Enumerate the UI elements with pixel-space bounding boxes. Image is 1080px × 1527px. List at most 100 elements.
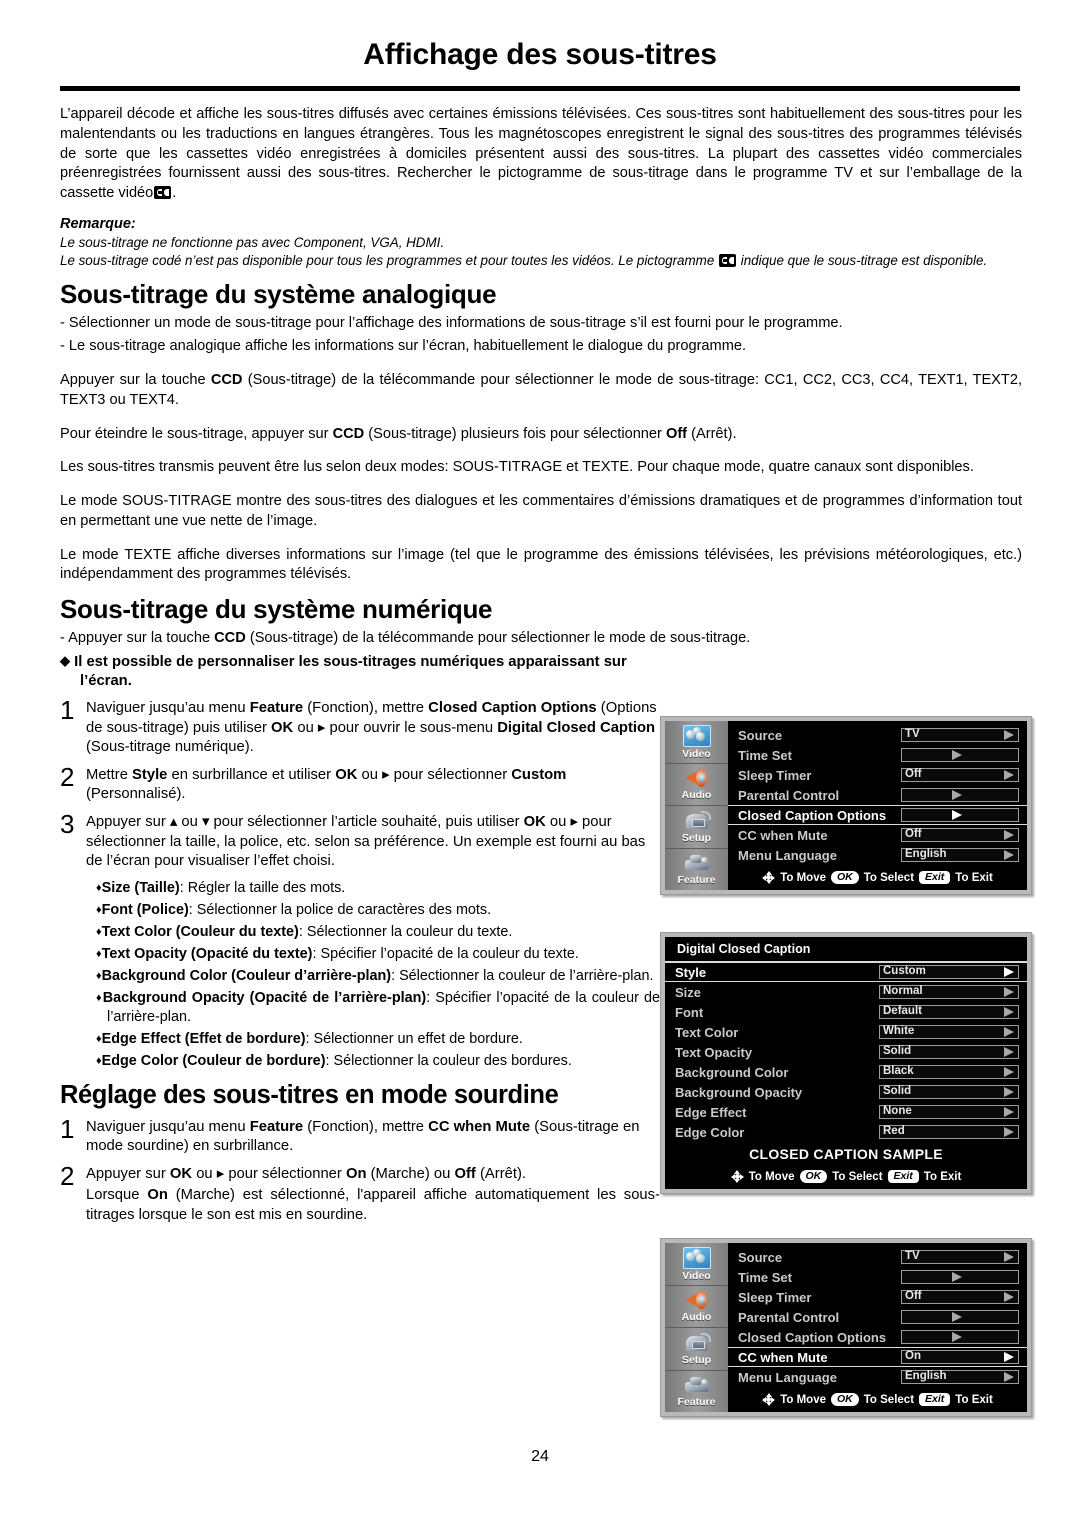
osd-menu-row[interactable]: Font Default <box>665 1002 1027 1022</box>
osd-row-value[interactable] <box>901 1330 1019 1344</box>
osd-tab-feature[interactable]: Feature <box>665 1371 728 1413</box>
digital-option-term: Font (Police) <box>101 901 189 918</box>
osd-hint-select: To Select <box>863 1393 915 1406</box>
osd-menu-row[interactable]: Text Color White <box>665 1022 1027 1042</box>
osd-row-value[interactable]: Off <box>901 768 1019 782</box>
osd-row-value[interactable]: Solid <box>879 1045 1019 1059</box>
osd-tab-video[interactable]: Video <box>665 1243 728 1286</box>
osd-tab-audio[interactable]: Audio <box>665 1286 728 1328</box>
osd-menu-row[interactable]: Text Opacity Solid <box>665 1042 1027 1062</box>
osd-row-label: Edge Color <box>675 1124 745 1140</box>
osd-row-value[interactable]: TV <box>901 1250 1019 1264</box>
analog-paragraph-5: Le mode TEXTE affiche diverses informati… <box>60 546 1022 583</box>
digital-option-term: Size (Taille) <box>101 879 180 896</box>
osd-row-value[interactable]: Off <box>901 828 1019 842</box>
osd-row-value[interactable] <box>901 808 1019 822</box>
digital-option-item: ♦Size (Taille): Régler la taille des mot… <box>96 879 660 898</box>
osd-tab-feature[interactable]: Feature <box>665 849 728 891</box>
osd-row-value[interactable] <box>901 1310 1019 1324</box>
chevron-right-icon <box>1004 1352 1014 1362</box>
osd-row-value[interactable]: Normal <box>879 985 1019 999</box>
mute-step-0-frag-2: (Fonction), mettre <box>303 1118 429 1135</box>
osd-tab-audio[interactable]: Audio <box>665 764 728 806</box>
osd-tab-label: Setup <box>681 1353 712 1366</box>
osd-hint-bar: To Move OK To Select Exit To Exit <box>728 1387 1027 1412</box>
osd-row-value-text: TV <box>905 728 920 741</box>
osd-menu-row[interactable]: Closed Caption Options <box>728 1327 1027 1347</box>
osd-menu-row[interactable]: Source TV <box>728 725 1027 745</box>
osd-row-value[interactable]: Default <box>879 1005 1019 1019</box>
osd-menu-row[interactable]: Sleep Timer Off <box>728 1287 1027 1307</box>
digital-step-0-frag-6: ou ▸ pour ouvrir le sous-menu <box>293 719 498 736</box>
osd-menu-row[interactable]: Parental Control <box>728 1307 1027 1327</box>
osd-hint-select: To Select <box>832 1170 883 1183</box>
osd-inner: Video Audio Setup Feature Source TV Time Set S… <box>665 721 1027 890</box>
chevron-right-icon <box>1004 1292 1014 1302</box>
osd-tab-setup[interactable]: Setup <box>665 806 728 849</box>
osd-row-value[interactable]: English <box>901 848 1019 862</box>
osd-menu-row[interactable]: Parental Control <box>728 785 1027 805</box>
osd-menu-row[interactable]: Time Set <box>728 745 1027 765</box>
osd-row-value[interactable]: White <box>879 1025 1019 1039</box>
osd-menu-row[interactable]: Closed Caption Options <box>728 805 1027 825</box>
osd-menu-row[interactable]: CC when Mute Off <box>728 825 1027 845</box>
osd-row-value[interactable] <box>901 748 1019 762</box>
osd-menu-row[interactable]: Source TV <box>728 1247 1027 1267</box>
osd-menu-row[interactable]: Time Set <box>728 1267 1027 1287</box>
osd-row-value[interactable]: English <box>901 1370 1019 1384</box>
osd-row-value[interactable]: None <box>879 1105 1019 1119</box>
osd-hint-exit: To Exit <box>955 1393 993 1406</box>
chevron-right-icon <box>1004 1047 1014 1057</box>
mute-step-1-frag-3: On <box>345 1165 367 1182</box>
osd-title: Digital Closed Caption <box>665 937 1027 962</box>
osd-row-value[interactable]: Black <box>879 1065 1019 1079</box>
osd-menu-row[interactable]: Size Normal <box>665 982 1027 1002</box>
osd-menu-row[interactable]: Background Opacity Solid <box>665 1082 1027 1102</box>
osd-tab-video[interactable]: Video <box>665 721 728 764</box>
digital-left-column: ◆ Il est possible de personnaliser les s… <box>60 653 660 1071</box>
digital-step-number: 3 <box>60 808 75 839</box>
osd-row-value[interactable]: Off <box>901 1290 1019 1304</box>
osd-menu-row[interactable]: Background Color Black <box>665 1062 1027 1082</box>
osd-menu-row[interactable]: Sleep Timer Off <box>728 765 1027 785</box>
osd-menu-row[interactable]: Menu Language English <box>728 1367 1027 1387</box>
osd-row-value-text: Off <box>905 768 922 781</box>
digital-option-term: Text Color (Couleur du texte) <box>101 923 299 940</box>
osd-menu-row[interactable]: Menu Language English <box>728 845 1027 865</box>
osd-tab-label: Feature <box>677 1396 716 1409</box>
osd-row-label: CC when Mute <box>738 827 828 843</box>
osd-menu-row[interactable]: CC when Mute On <box>728 1347 1027 1367</box>
osd-menu-row[interactable]: Style Custom <box>665 962 1027 982</box>
digital-step-0-frag-8: (Sous-titrage numérique). <box>86 739 254 756</box>
chevron-right-icon <box>952 750 962 760</box>
osd-menu-row[interactable]: Edge Color Red <box>665 1122 1027 1142</box>
digital-option-desc: : Sélectionner la couleur du texte. <box>298 923 513 940</box>
osd-row-value[interactable]: Custom <box>879 965 1019 979</box>
osd-row-value-text: Default <box>883 1005 922 1018</box>
digital-option-term: Background Opacity (Opacité de l’arrière… <box>102 989 427 1006</box>
osd-rows: Source TV Time Set Sleep Timer Off Parental C… <box>728 725 1027 865</box>
osd-row-value[interactable] <box>901 788 1019 802</box>
osd-menu-row[interactable]: Edge Effect None <box>665 1102 1027 1122</box>
osd-caption-sample: CLOSED CAPTION SAMPLE <box>749 1146 943 1162</box>
osd-tab-setup[interactable]: Setup <box>665 1328 728 1371</box>
mute-step-text: Appuyer sur OK ou ▸ pour sélectionner On… <box>86 1165 660 1226</box>
digital-option-desc: : Régler la taille des mots. <box>179 879 346 896</box>
osd-row-value[interactable] <box>901 1270 1019 1284</box>
osd-hint-move: To Move <box>780 1393 826 1406</box>
osd-row-value[interactable]: Solid <box>879 1085 1019 1099</box>
osd-rows: Style Custom Size Normal Font Default Text Col… <box>665 962 1027 1142</box>
digital-step-1-frag-5: Custom <box>511 766 567 783</box>
osd-row-value[interactable]: TV <box>901 728 1019 742</box>
digital-step-1-frag-3: OK <box>335 766 358 783</box>
mute-step-1-frag-5: Off <box>454 1165 476 1182</box>
osd-row-value[interactable]: On <box>901 1350 1019 1364</box>
exit-key-badge: Exit <box>919 871 951 884</box>
digital-step-0-frag-7: Digital Closed Caption <box>497 719 656 736</box>
remark-label: Remarque: <box>60 215 136 232</box>
osd-row-value[interactable]: Red <box>879 1125 1019 1139</box>
digital-step: 2 Mettre Style en surbrillance et utilise… <box>60 764 660 805</box>
manual-page: Affichage des sous-titres L’appareil déc… <box>0 0 1080 1527</box>
mute-step: 1 Naviguer jusqu’au menu Feature (Fonctio… <box>60 1116 660 1157</box>
osd-row-label: Text Opacity <box>675 1044 753 1060</box>
